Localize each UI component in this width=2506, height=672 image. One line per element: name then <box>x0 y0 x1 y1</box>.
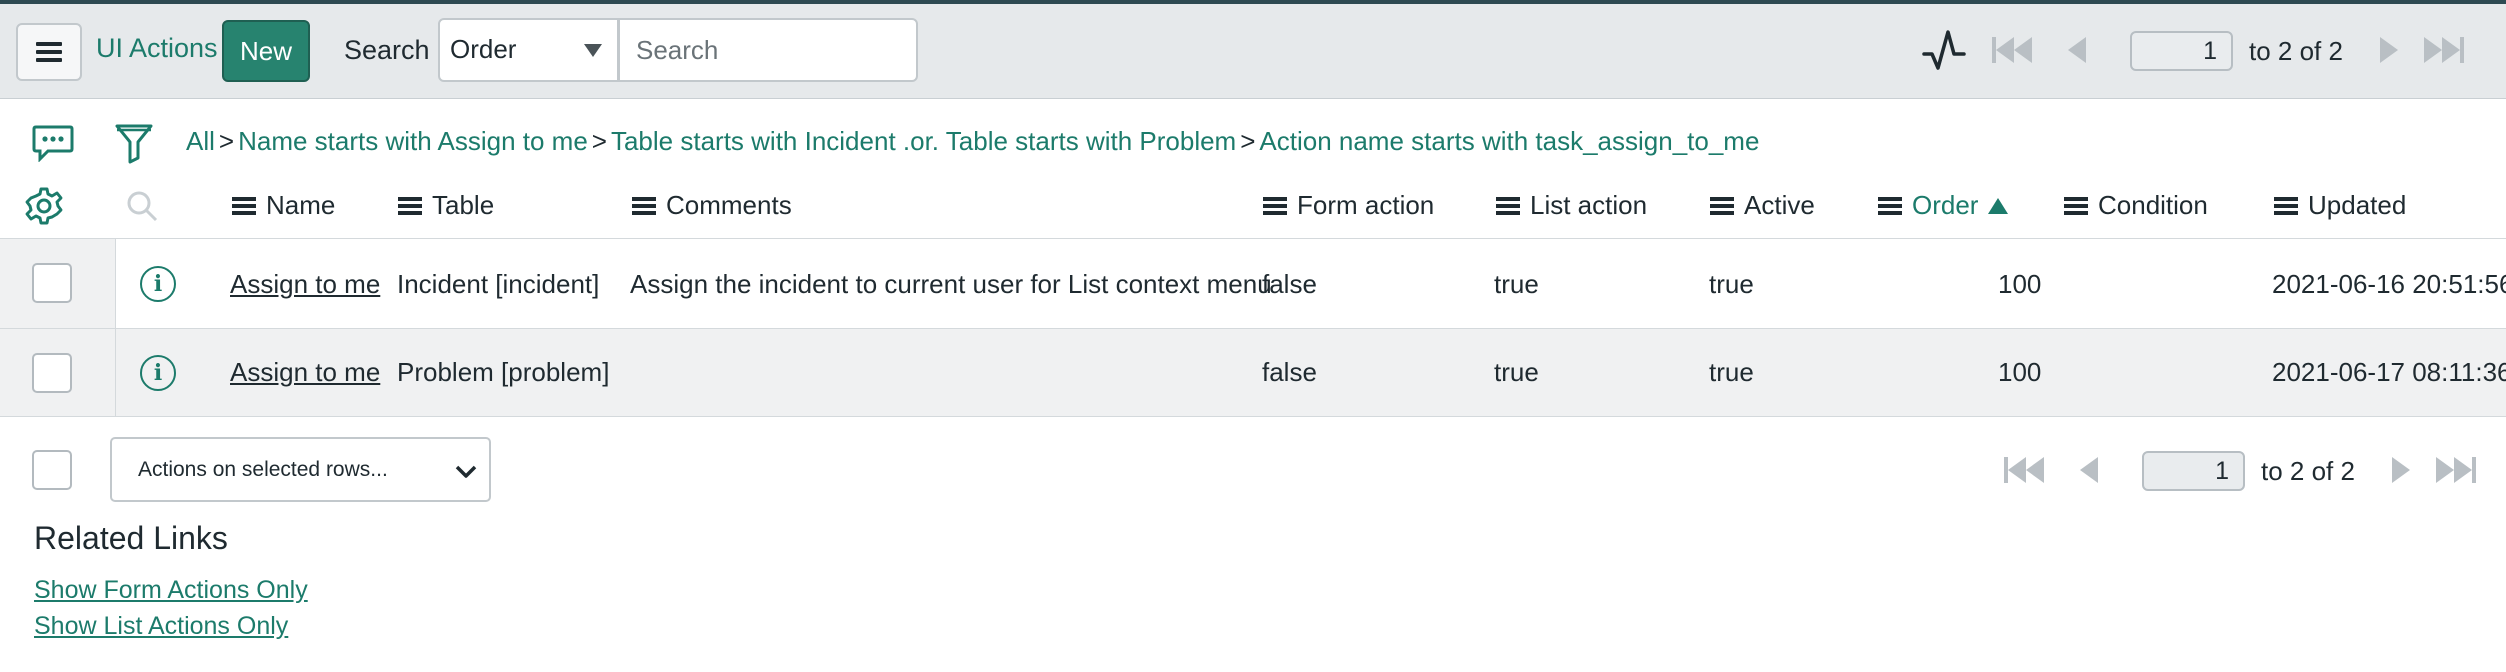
row-checkbox[interactable] <box>32 353 72 393</box>
cell-active: true <box>1709 269 1754 299</box>
list-header: UI Actions New Search Order to 2 of 2 <box>0 0 2506 99</box>
show-list-actions-link[interactable]: Show List Actions Only <box>34 612 288 641</box>
column-header-active[interactable]: Active <box>1710 190 1815 221</box>
new-button[interactable]: New <box>222 20 310 82</box>
column-header-comments[interactable]: Comments <box>632 190 792 221</box>
breadcrumb-item-action-name[interactable]: Action name starts with task_assign_to_m… <box>1259 126 1759 156</box>
first-page-icon[interactable] <box>1992 37 2032 63</box>
column-header-updated[interactable]: Updated <box>2274 190 2406 221</box>
breadcrumb-separator: > <box>1240 126 1256 156</box>
cell-table: Incident [incident] <box>397 269 600 299</box>
previous-page-icon[interactable] <box>2080 457 2098 483</box>
cell-updated: 2021-06-17 08:11:36 <box>2272 357 2506 387</box>
related-links-title: Related Links <box>34 520 228 556</box>
column-header-form-action[interactable]: Form action <box>1263 190 1434 221</box>
cell-form-action: false <box>1262 269 1317 299</box>
breadcrumb-item-all[interactable]: All <box>186 126 215 156</box>
search-label: Search <box>344 35 430 65</box>
page-range-text: to 2 of 2 <box>2261 456 2355 486</box>
list-title[interactable]: UI Actions <box>96 33 218 64</box>
breadcrumb-item-name[interactable]: Name starts with Assign to me <box>238 126 588 156</box>
cell-table: Problem [problem] <box>397 357 610 387</box>
page-number-input[interactable] <box>2130 31 2233 71</box>
column-label: Form action <box>1297 190 1435 220</box>
search-field-value: Order <box>450 34 517 64</box>
breadcrumb-separator: > <box>218 126 235 156</box>
column-label: Condition <box>2098 190 2208 220</box>
chevron-down-icon <box>455 465 477 478</box>
column-header-list-action[interactable]: List action <box>1496 190 1647 221</box>
breadcrumb-item-table[interactable]: Table starts with Incident .or. Table st… <box>611 126 1236 156</box>
column-menu-icon[interactable] <box>1263 196 1287 215</box>
show-form-actions-link[interactable]: Show Form Actions Only <box>34 576 308 605</box>
column-label: Name <box>266 190 336 220</box>
breadcrumb-separator: > <box>591 126 607 156</box>
actions-select-value: Actions on selected rows... <box>138 457 388 481</box>
page-number-input[interactable] <box>2142 451 2245 491</box>
filter-icon[interactable] <box>114 120 154 164</box>
column-label: Comments <box>666 190 792 220</box>
sort-ascending-icon <box>1988 197 2009 214</box>
column-header-table[interactable]: Table <box>398 190 494 221</box>
gear-icon[interactable] <box>24 186 64 226</box>
last-page-icon[interactable] <box>2424 37 2464 63</box>
search-icon[interactable] <box>124 188 160 224</box>
column-menu-icon[interactable] <box>632 196 656 215</box>
column-menu-icon[interactable] <box>1496 196 1520 215</box>
column-header-condition[interactable]: Condition <box>2064 190 2208 221</box>
column-header-name[interactable]: Name <box>232 190 335 221</box>
next-page-icon[interactable] <box>2380 37 2398 63</box>
cell-list-action: true <box>1494 357 1539 387</box>
column-header-order[interactable]: Order <box>1878 190 2009 221</box>
next-page-icon[interactable] <box>2392 457 2410 483</box>
cell-order: 100 <box>1998 357 2042 387</box>
page-range-text: to 2 of 2 <box>2249 36 2343 66</box>
column-menu-icon[interactable] <box>398 196 422 215</box>
menu-icon <box>36 42 62 62</box>
column-menu-icon[interactable] <box>2274 196 2298 215</box>
column-label: Updated <box>2308 190 2407 220</box>
actions-on-selected-select[interactable]: Actions on selected rows... <box>110 437 491 502</box>
chevron-down-icon <box>584 44 602 57</box>
breadcrumb: All > Name starts with Assign to me > Table … <box>186 126 1759 157</box>
menu-button[interactable] <box>16 23 82 81</box>
activity-stream-icon[interactable] <box>1922 28 1966 72</box>
column-menu-icon[interactable] <box>2064 196 2088 215</box>
chat-icon[interactable] <box>32 124 74 163</box>
table-row: i Assign to me Problem [problem] false t… <box>0 329 2506 417</box>
column-menu-icon[interactable] <box>232 196 256 215</box>
cell-name[interactable]: Assign to me <box>230 357 380 388</box>
column-menu-icon[interactable] <box>1878 196 1902 215</box>
previous-page-icon[interactable] <box>2068 37 2086 63</box>
cell-active: true <box>1709 357 1754 387</box>
table-row: i Assign to me Incident [incident] Assig… <box>0 238 2506 329</box>
last-page-icon[interactable] <box>2436 457 2476 483</box>
cell-comments: Assign the incident to current user for … <box>630 269 1272 299</box>
select-all-checkbox[interactable] <box>32 450 72 490</box>
cell-order: 100 <box>1998 269 2042 299</box>
column-label: Order <box>1912 190 1979 220</box>
column-menu-icon[interactable] <box>1710 196 1734 215</box>
cell-form-action: false <box>1262 357 1317 387</box>
column-label: Table <box>432 190 495 220</box>
column-label: Active <box>1744 190 1815 220</box>
cell-name[interactable]: Assign to me <box>230 269 380 300</box>
first-page-icon[interactable] <box>2004 457 2044 483</box>
top-border <box>0 0 2506 4</box>
cell-list-action: true <box>1494 269 1539 299</box>
info-icon[interactable]: i <box>140 355 176 391</box>
info-icon[interactable]: i <box>140 266 176 302</box>
column-label: List action <box>1530 190 1648 220</box>
row-checkbox[interactable] <box>32 263 72 303</box>
cell-updated: 2021-06-16 20:51:56 <box>2272 269 2506 299</box>
search-input[interactable] <box>618 18 918 82</box>
